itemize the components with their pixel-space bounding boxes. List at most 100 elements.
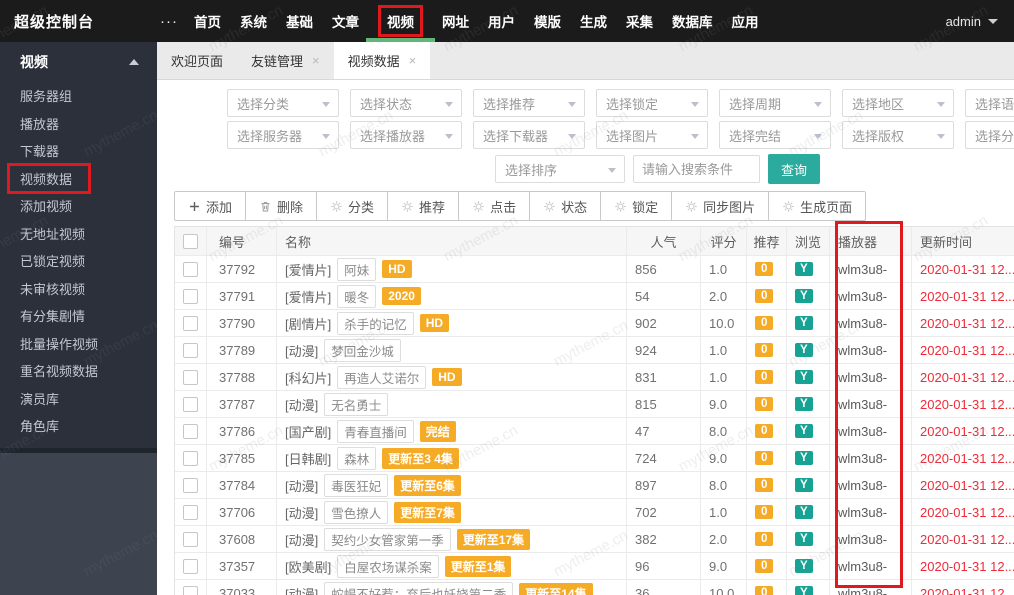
filter-select[interactable]: 选择语 [965, 89, 1014, 117]
row-checkbox[interactable] [183, 505, 198, 520]
toolbar-button[interactable]: 添加 [174, 191, 246, 221]
tab[interactable]: 欢迎页面 [157, 42, 237, 79]
topnav-item[interactable]: 系统 [240, 0, 267, 42]
sidebar-item[interactable]: 播放器 [0, 110, 157, 138]
filter-select-placeholder: 选择地区 [852, 94, 904, 113]
toolbar-button[interactable]: 点击 [458, 191, 530, 221]
topnav-item[interactable]: 基础 [286, 0, 313, 42]
sidebar-item[interactable]: 视频数据 [0, 165, 157, 193]
toolbar-button[interactable]: 生成页面 [768, 191, 866, 221]
topnav-item[interactable]: 采集 [626, 0, 653, 42]
row-checkbox[interactable] [183, 343, 198, 358]
filter-select[interactable]: 选择分 [965, 121, 1014, 149]
filter-select[interactable]: 选择播放器 [350, 121, 462, 149]
sidebar-item[interactable]: 演员库 [0, 385, 157, 413]
sidebar-item-label: 无地址视频 [20, 224, 85, 243]
topnav-item[interactable]: 模版 [534, 0, 561, 42]
toolbar-button[interactable]: 分类 [316, 191, 388, 221]
tab-close-icon[interactable]: × [409, 53, 417, 68]
toolbar-button[interactable]: 状态 [529, 191, 601, 221]
toolbar-button[interactable]: 锁定 [600, 191, 672, 221]
filter-select[interactable]: 选择分类 [227, 89, 339, 117]
sidebar-item[interactable]: 批量操作视频 [0, 330, 157, 358]
sidebar-item[interactable]: 服务器组 [0, 82, 157, 110]
view-badge: Y [795, 532, 813, 546]
topnav-item[interactable]: 数据库 [672, 0, 713, 42]
filter-select[interactable]: 选择完结 [719, 121, 831, 149]
filter-select-placeholder: 选择周期 [729, 94, 781, 113]
select-all-checkbox[interactable] [183, 234, 198, 249]
sidebar-item[interactable]: 下载器 [0, 137, 157, 165]
filter-select[interactable]: 选择周期 [719, 89, 831, 117]
sidebar-item[interactable]: 重名视频数据 [0, 357, 157, 385]
filter-select[interactable]: 选择版权 [842, 121, 954, 149]
recommend-cell: 0 [747, 283, 787, 309]
filter-select[interactable]: 选择状态 [350, 89, 462, 117]
filter-select[interactable]: 选择服务器 [227, 121, 339, 149]
search-input[interactable] [633, 155, 760, 183]
player-cell: wlm3u8- [830, 364, 912, 390]
more-menu-icon[interactable]: ··· [160, 13, 178, 30]
video-data-table: 编号名称人气评分推荐浏览播放器更新时间 37792[爱情片]阿妹HD8561.0… [174, 226, 1014, 595]
topnav-item[interactable]: 生成 [580, 0, 607, 42]
recommend-cell: 0 [747, 526, 787, 552]
chevron-down-icon [814, 134, 822, 139]
filter-select[interactable]: 选择下载器 [473, 121, 585, 149]
admin-menu[interactable]: admin [946, 14, 1014, 29]
row-checkbox[interactable] [183, 586, 198, 595]
row-checkbox[interactable] [183, 370, 198, 385]
row-checkbox[interactable] [183, 316, 198, 331]
filter-select[interactable]: 选择锁定 [596, 89, 708, 117]
row-checkbox[interactable] [183, 532, 198, 547]
video-id: 37357 [207, 553, 277, 579]
toolbar-button[interactable]: 推荐 [387, 191, 459, 221]
tab-close-icon[interactable]: × [312, 53, 320, 68]
tab[interactable]: 视频数据× [334, 42, 431, 79]
row-checkbox[interactable] [183, 424, 198, 439]
sidebar-item[interactable]: 无地址视频 [0, 220, 157, 248]
topnav-item[interactable]: 视频 [378, 0, 423, 42]
hits-cell: 36 [627, 580, 701, 595]
toolbar-button[interactable]: 同步图片 [671, 191, 769, 221]
sidebar-item[interactable]: 未审核视频 [0, 275, 157, 303]
row-checkbox[interactable] [183, 397, 198, 412]
topnav-item[interactable]: 网址 [442, 0, 469, 42]
query-button[interactable]: 查询 [768, 154, 820, 184]
row-checkbox[interactable] [183, 262, 198, 277]
app-window: 超级控制台 ··· 首页系统基础文章视频网址用户模版生成采集数据库应用 admi… [0, 0, 1014, 595]
topnav-item[interactable]: 文章 [332, 0, 359, 42]
filter-select[interactable]: 选择图片 [596, 121, 708, 149]
sidebar-section-header[interactable]: 视频 [0, 42, 157, 82]
sidebar-item[interactable]: 有分集剧情 [0, 302, 157, 330]
topnav-item[interactable]: 用户 [488, 0, 515, 42]
row-checkbox-cell [175, 283, 207, 309]
chevron-down-icon [814, 102, 822, 107]
toolbar-button-label: 推荐 [419, 197, 445, 216]
toolbar-button[interactable]: 删除 [245, 191, 317, 221]
topnav-item[interactable]: 首页 [194, 0, 221, 42]
row-checkbox[interactable] [183, 451, 198, 466]
sidebar-item[interactable]: 添加视频 [0, 192, 157, 220]
sort-select[interactable]: 选择排序 [495, 155, 625, 183]
hits-cell: 96 [627, 553, 701, 579]
gear-icon [401, 200, 414, 213]
video-title: 梦回金沙城 [324, 339, 401, 362]
view-cell: Y [787, 526, 830, 552]
sort-select-placeholder: 选择排序 [505, 160, 557, 179]
sidebar-item[interactable]: 角色库 [0, 412, 157, 440]
filter-select[interactable]: 选择地区 [842, 89, 954, 117]
filter-select-placeholder: 选择语 [975, 94, 1014, 113]
score-cell: 10.0 [701, 310, 747, 336]
filter-select-placeholder: 选择分类 [237, 94, 289, 113]
video-category: [日韩剧] [285, 449, 331, 468]
row-checkbox[interactable] [183, 478, 198, 493]
filter-select[interactable]: 选择推荐 [473, 89, 585, 117]
topnav-item[interactable]: 应用 [732, 0, 759, 42]
recommend-cell: 0 [747, 499, 787, 525]
sidebar-item[interactable]: 已锁定视频 [0, 247, 157, 275]
tab[interactable]: 友链管理× [237, 42, 334, 79]
chevron-down-icon [322, 134, 330, 139]
status-badge: 完结 [420, 421, 456, 442]
row-checkbox[interactable] [183, 559, 198, 574]
row-checkbox[interactable] [183, 289, 198, 304]
